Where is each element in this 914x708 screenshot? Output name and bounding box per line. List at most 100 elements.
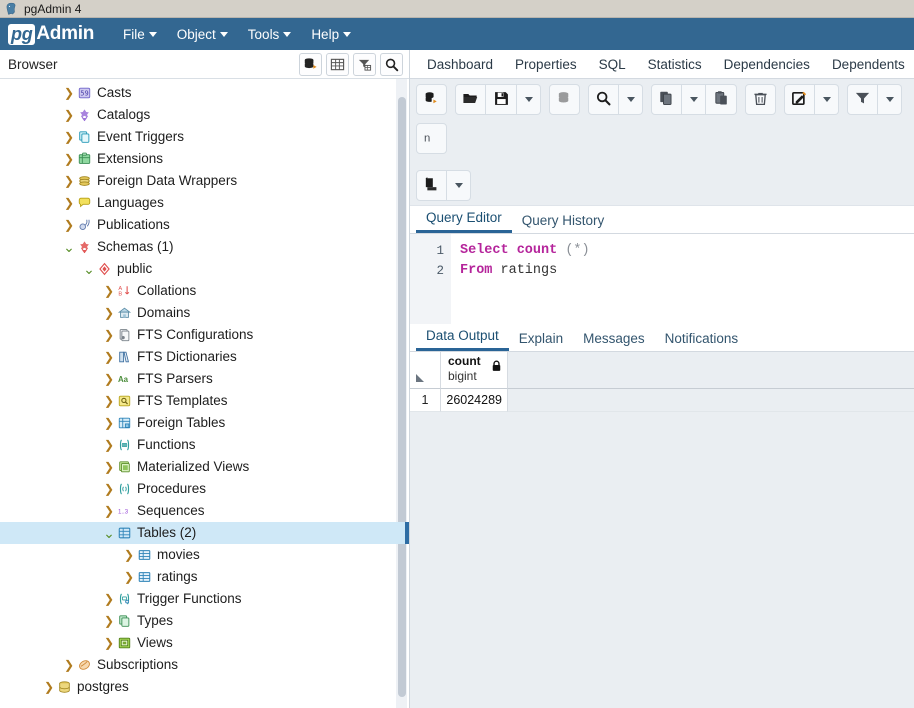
- tree-item-public[interactable]: ⌄ public: [0, 258, 409, 280]
- tree-item-languages[interactable]: ❯ Languages: [0, 192, 409, 214]
- chevron-right-icon[interactable]: ❯: [102, 636, 116, 650]
- tab-dependencies[interactable]: Dependencies: [713, 53, 821, 78]
- delete-row-button[interactable]: [745, 84, 776, 115]
- tree-item-movies[interactable]: ❯ movies: [0, 544, 409, 566]
- tab-statistics[interactable]: Statistics: [637, 53, 713, 78]
- filter-options-button[interactable]: [878, 84, 902, 115]
- browser-btn-search[interactable]: [380, 52, 403, 76]
- browser-btn-filter[interactable]: [353, 52, 376, 76]
- find-options-button[interactable]: [619, 84, 643, 115]
- edit-options-button[interactable]: [815, 84, 839, 115]
- tree-item-sequences[interactable]: ❯ 1..3 Sequences: [0, 500, 409, 522]
- chevron-right-icon[interactable]: ❯: [102, 350, 116, 364]
- tree-item-catalogs[interactable]: ❯ Catalogs: [0, 104, 409, 126]
- chevron-right-icon[interactable]: ❯: [102, 284, 116, 298]
- chevron-right-icon[interactable]: ❯: [122, 570, 136, 584]
- chevron-right-icon[interactable]: ❯: [62, 218, 76, 232]
- tree-item-types[interactable]: ❯ Types: [0, 610, 409, 632]
- tree-item-extensions[interactable]: ❯ Extensions: [0, 148, 409, 170]
- copy-button[interactable]: [651, 84, 682, 115]
- tree-item-postgres[interactable]: ❯ postgres: [0, 676, 409, 698]
- result-grid[interactable]: count bigint 1 26024289: [410, 352, 914, 708]
- paste-button[interactable]: [706, 84, 737, 115]
- chevron-right-icon[interactable]: ❯: [102, 328, 116, 342]
- query-panel-tabs[interactable]: Query Editor Query History: [410, 206, 914, 234]
- chevron-right-icon[interactable]: ❯: [62, 108, 76, 122]
- chevron-right-icon[interactable]: ❯: [62, 152, 76, 166]
- tree-item-fts-parsers[interactable]: ❯ Aa FTS Parsers: [0, 368, 409, 390]
- tree-item-procedures[interactable]: ❯ Procedures: [0, 478, 409, 500]
- execute-script-button[interactable]: [549, 84, 580, 115]
- tree-item-subscriptions[interactable]: ❯ Subscriptions: [0, 654, 409, 676]
- tab-sql[interactable]: SQL: [588, 53, 637, 78]
- editor-code[interactable]: Select count (*) From ratings: [451, 234, 590, 324]
- tree-item-materialized-views[interactable]: ❯ Materialized Views: [0, 456, 409, 478]
- chevron-right-icon[interactable]: ❯: [102, 306, 116, 320]
- browser-btn-object[interactable]: [299, 52, 322, 76]
- menu-help[interactable]: Help: [302, 23, 360, 46]
- tab-query-editor[interactable]: Query Editor: [416, 207, 512, 233]
- code-line[interactable]: Select count (*): [460, 241, 590, 261]
- chevron-right-icon[interactable]: ❯: [102, 592, 116, 606]
- chevron-right-icon[interactable]: ❯: [102, 416, 116, 430]
- chevron-down-icon[interactable]: ⌄: [82, 261, 96, 278]
- tab-explain[interactable]: Explain: [509, 328, 573, 351]
- tree-item-fts-configurations[interactable]: ❯ FTS Configurations: [0, 324, 409, 346]
- tree-item-fts-dictionaries[interactable]: ❯ FTS Dictionaries: [0, 346, 409, 368]
- menu-file[interactable]: File: [114, 23, 166, 46]
- macros-button[interactable]: [416, 170, 447, 201]
- tree-item-casts[interactable]: ❯ 59 Casts: [0, 82, 409, 104]
- tab-data-output[interactable]: Data Output: [416, 325, 509, 351]
- chevron-down-icon[interactable]: ⌄: [102, 525, 116, 542]
- tab-properties[interactable]: Properties: [504, 53, 588, 78]
- chevron-right-icon[interactable]: ❯: [62, 174, 76, 188]
- chevron-right-icon[interactable]: ❯: [102, 504, 116, 518]
- chevron-right-icon[interactable]: ❯: [42, 680, 56, 694]
- filter-button[interactable]: [847, 84, 878, 115]
- chevron-right-icon[interactable]: ❯: [102, 460, 116, 474]
- tab-notifications[interactable]: Notifications: [655, 328, 749, 351]
- menu-tools[interactable]: Tools: [239, 23, 301, 46]
- row-number[interactable]: 1: [410, 389, 441, 412]
- copy-options-button[interactable]: [682, 84, 706, 115]
- chevron-right-icon[interactable]: ❯: [102, 438, 116, 452]
- chevron-right-icon[interactable]: ❯: [122, 548, 136, 562]
- sql-editor[interactable]: 12 Select count (*) From ratings: [410, 234, 914, 324]
- object-tabs[interactable]: Dashboard Properties SQL Statistics Dependen…: [410, 50, 914, 79]
- save-options-button[interactable]: [517, 84, 541, 115]
- edit-button[interactable]: [784, 84, 815, 115]
- tab-dependents[interactable]: Dependents: [821, 53, 914, 78]
- chevron-right-icon[interactable]: ❯: [102, 614, 116, 628]
- tab-messages[interactable]: Messages: [573, 328, 655, 351]
- tab-query-history[interactable]: Query History: [512, 210, 615, 233]
- tree-item-ratings[interactable]: ❯ ratings: [0, 566, 409, 588]
- tree-item-schemas-1[interactable]: ⌄ Schemas (1): [0, 236, 409, 258]
- table-row[interactable]: 1 26024289: [410, 389, 914, 412]
- save-file-button[interactable]: [486, 84, 517, 115]
- more-options-button[interactable]: n: [416, 123, 447, 154]
- tree-item-functions[interactable]: ❯ Functions: [0, 434, 409, 456]
- output-panel-tabs[interactable]: Data Output Explain Messages Notifications: [410, 324, 914, 352]
- tree-item-publications[interactable]: ❯ Publications: [0, 214, 409, 236]
- tab-dashboard[interactable]: Dashboard: [416, 53, 504, 78]
- chevron-right-icon[interactable]: ❯: [102, 394, 116, 408]
- chevron-down-icon[interactable]: ⌄: [62, 239, 76, 256]
- grid-column-count[interactable]: count bigint: [441, 352, 508, 389]
- menu-object[interactable]: Object: [168, 23, 237, 46]
- object-browser-tree[interactable]: ❯ 59 Casts ❯ Catalogs ❯ Event Triggers ❯ Extensi…: [0, 79, 409, 708]
- grid-corner-handle[interactable]: [410, 352, 441, 389]
- chevron-right-icon[interactable]: ❯: [102, 372, 116, 386]
- open-file-button[interactable]: [455, 84, 486, 115]
- tree-item-foreign-data-wrappers[interactable]: ❯ Foreign Data Wrappers: [0, 170, 409, 192]
- code-line[interactable]: From ratings: [460, 261, 590, 281]
- tree-item-views[interactable]: ❯ Views: [0, 632, 409, 654]
- tree-item-event-triggers[interactable]: ❯ Event Triggers: [0, 126, 409, 148]
- row-cell-count[interactable]: 26024289: [441, 389, 508, 412]
- chevron-right-icon[interactable]: ❯: [62, 658, 76, 672]
- tree-item-domains[interactable]: ❯ Domains: [0, 302, 409, 324]
- tree-item-trigger-functions[interactable]: ❯ Trigger Functions: [0, 588, 409, 610]
- tree-item-tables-2[interactable]: ⌄ Tables (2): [0, 522, 409, 544]
- chevron-right-icon[interactable]: ❯: [62, 196, 76, 210]
- chevron-right-icon[interactable]: ❯: [62, 130, 76, 144]
- chevron-right-icon[interactable]: ❯: [62, 86, 76, 100]
